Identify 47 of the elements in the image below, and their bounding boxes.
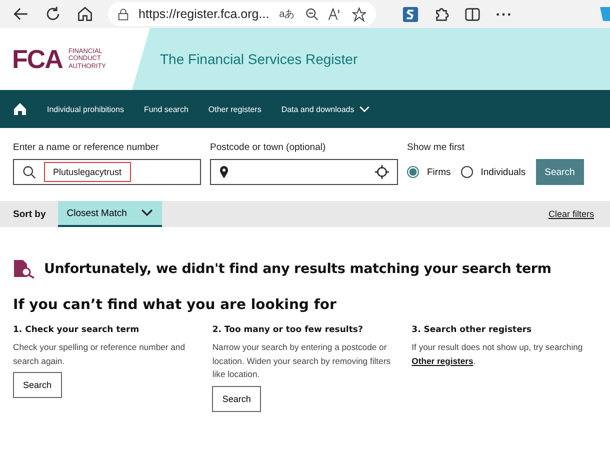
- split-screen-icon[interactable]: [464, 6, 481, 22]
- tip-text: Narrow your search by entering a postcode or location. Widen your search by removing filters like location.: [212, 341, 392, 381]
- refresh-icon[interactable]: [44, 5, 62, 23]
- url-text: https://register.fca.org...: [138, 7, 270, 21]
- search-icon: [22, 165, 36, 179]
- location-pin-icon: [219, 166, 229, 178]
- no-results-heading: Unfortunately, we didn't find any results matching your search term: [44, 261, 552, 277]
- document-search-icon: [13, 259, 35, 279]
- translate-icon[interactable]: aあ: [279, 7, 295, 21]
- nav-link[interactable]: Individual prohibitions: [47, 104, 124, 114]
- crosshair-icon[interactable]: [375, 165, 389, 179]
- help-heading: If you can’t find what you are looking for: [13, 297, 338, 313]
- field-value: Plutuslegacytrust: [44, 162, 131, 182]
- zoom-out-icon[interactable]: [304, 7, 318, 21]
- search-button[interactable]: Search: [536, 159, 584, 185]
- lock-icon: [118, 8, 129, 20]
- other-registers-link[interactable]: Other registers: [412, 356, 474, 366]
- tip-text: If your result does not show up, try searching Other registers.: [412, 341, 584, 368]
- sort-label: Sort by: [13, 208, 46, 220]
- radio-option[interactable]: Firms: [407, 166, 451, 178]
- nav-link[interactable]: Data and downloads: [281, 104, 370, 114]
- tip-text: Check your spelling or reference number and search again.: [13, 341, 186, 368]
- search-button[interactable]: Search: [212, 386, 261, 412]
- nav-link[interactable]: Fund search: [144, 104, 188, 114]
- home-icon[interactable]: [13, 102, 27, 116]
- tip-heading: 3. Search other registers: [412, 325, 532, 335]
- read-aloud-icon[interactable]: [328, 7, 342, 21]
- address-bar[interactable]: https://register.fca.org... aあ: [108, 2, 376, 26]
- nav-link[interactable]: Other registers: [208, 104, 262, 114]
- home-icon[interactable]: [76, 5, 94, 23]
- sort-dropdown[interactable]: Closest Match: [58, 201, 162, 227]
- clear-filters-link[interactable]: Clear filters: [548, 209, 594, 219]
- search-button[interactable]: Search: [13, 372, 62, 398]
- tip-heading: 1. Check your search term: [13, 325, 140, 335]
- star-icon[interactable]: [352, 6, 366, 22]
- puzzle-icon[interactable]: [433, 6, 450, 22]
- postcode-field[interactable]: [210, 159, 398, 185]
- register-title: The Financial Services Register: [160, 51, 358, 67]
- field-label: Postcode or town (optional): [210, 142, 327, 153]
- chevron-icon: [140, 209, 153, 217]
- tip-heading: 2. Too many or too few results?: [212, 325, 363, 335]
- radio-option[interactable]: Individuals: [460, 166, 526, 178]
- logo-letters: FCA: [12, 44, 62, 74]
- field-label: Enter a name or reference number: [13, 142, 160, 153]
- extension-icon[interactable]: [402, 6, 419, 22]
- field-label: Show me first: [407, 142, 466, 153]
- name-search-field[interactable]: Plutuslegacytrust: [13, 159, 201, 185]
